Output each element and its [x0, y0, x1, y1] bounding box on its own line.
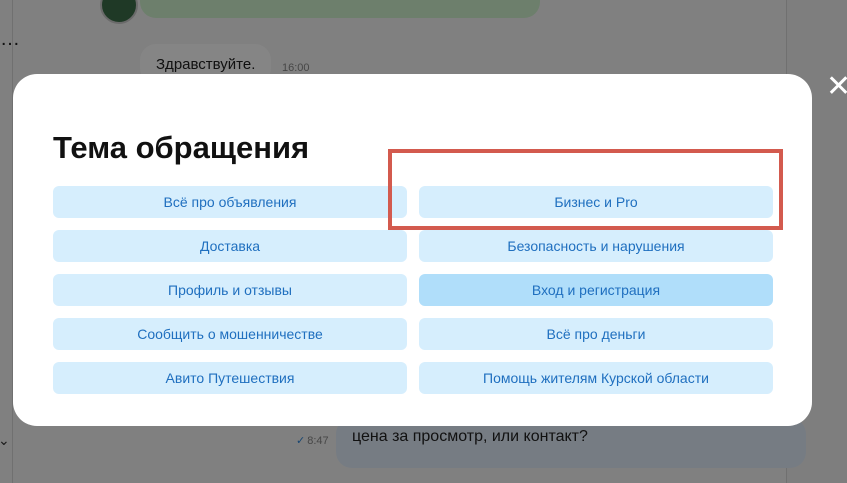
- topic-button-business-pro[interactable]: Бизнес и Pro: [419, 186, 773, 218]
- topic-button-travel[interactable]: Авито Путешествия: [53, 362, 407, 394]
- topic-button-login[interactable]: Вход и регистрация: [419, 274, 773, 306]
- topic-modal: Тема обращения Всё про объявления Достав…: [13, 74, 812, 426]
- topic-button-security[interactable]: Безопасность и нарушения: [419, 230, 773, 262]
- close-icon[interactable]: ✕: [826, 72, 847, 102]
- modal-title: Тема обращения: [53, 130, 310, 165]
- screen: … Здравствуйте. 16:00 ✓ 8:47 цена за прос…: [0, 0, 847, 483]
- topic-button-fraud-report[interactable]: Сообщить о мошенничестве: [53, 318, 407, 350]
- topic-button-money[interactable]: Всё про деньги: [419, 318, 773, 350]
- topic-button-delivery[interactable]: Доставка: [53, 230, 407, 262]
- topic-button-kursk-help[interactable]: Помощь жителям Курской области: [419, 362, 773, 394]
- topic-button-profile[interactable]: Профиль и отзывы: [53, 274, 407, 306]
- topic-button-listings[interactable]: Всё про объявления: [53, 186, 407, 218]
